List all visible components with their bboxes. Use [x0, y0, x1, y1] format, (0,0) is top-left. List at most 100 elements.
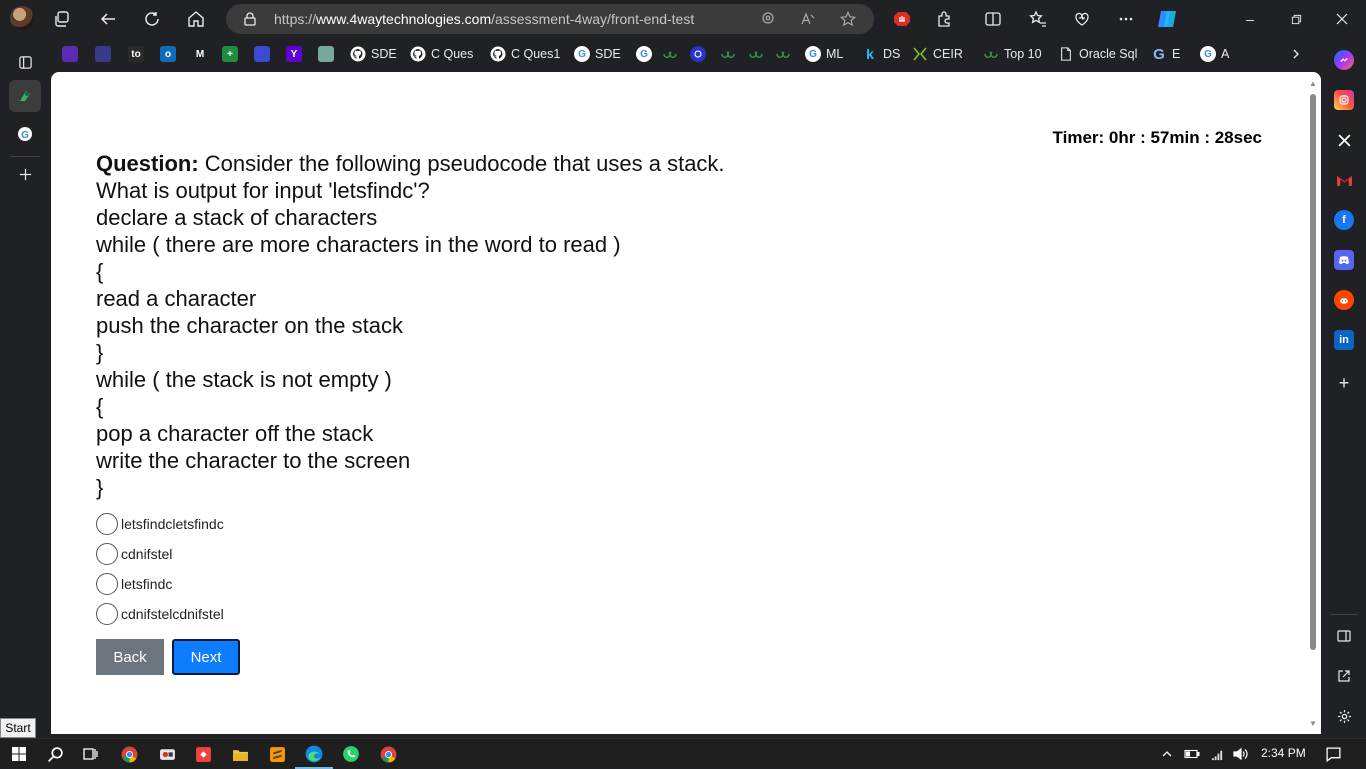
option-label[interactable]: cdnifstelcdnifstel: [121, 606, 224, 622]
favorite-item[interactable]: [254, 44, 270, 64]
wifi-icon[interactable]: [1206, 743, 1228, 765]
favorite-item[interactable]: k DS: [862, 44, 900, 64]
adblock-extension-icon[interactable]: [888, 5, 916, 33]
favorite-label[interactable]: E: [1172, 47, 1180, 61]
clock-time[interactable]: 2:34 PM: [1261, 746, 1306, 760]
add-sidebar-app-icon[interactable]: +: [1334, 373, 1354, 393]
messenger-icon[interactable]: [1334, 50, 1354, 70]
favorite-item[interactable]: C Ques: [410, 44, 473, 64]
radio-button[interactable]: [96, 543, 118, 565]
radio-button[interactable]: [96, 603, 118, 625]
favorite-label[interactable]: Top 10: [1004, 47, 1042, 61]
option-label[interactable]: letsfindcletsfindc: [121, 516, 224, 532]
favorite-item[interactable]: G: [636, 44, 652, 64]
location-icon[interactable]: [760, 11, 776, 27]
lock-icon[interactable]: [242, 11, 258, 27]
app-icon[interactable]: [156, 743, 178, 765]
reddit-icon[interactable]: [1334, 290, 1354, 310]
close-window-button[interactable]: [1322, 5, 1362, 33]
favorite-item[interactable]: [662, 44, 678, 64]
task-view-icon[interactable]: [79, 743, 101, 765]
back-button[interactable]: Back: [96, 639, 164, 675]
restore-button[interactable]: [1276, 5, 1316, 33]
discord-icon[interactable]: [1334, 250, 1354, 270]
favorite-item[interactable]: M: [192, 44, 208, 64]
workspaces-icon[interactable]: [48, 5, 76, 33]
windows-start-icon[interactable]: [8, 743, 30, 765]
open-external-icon[interactable]: [1334, 666, 1354, 686]
volume-icon[interactable]: [1229, 743, 1251, 765]
chrome-icon[interactable]: [118, 743, 140, 765]
favorite-item[interactable]: [62, 44, 78, 64]
favorite-item[interactable]: [720, 44, 736, 64]
tab-4way-active[interactable]: [9, 80, 41, 112]
instagram-icon[interactable]: [1334, 90, 1354, 110]
scroll-up-arrow-icon[interactable]: ▲: [1309, 80, 1317, 88]
new-tab-plus-icon[interactable]: [9, 158, 41, 190]
answer-option[interactable]: letsfindcletsfindc: [96, 509, 224, 539]
sidebar-panel-icon[interactable]: [1334, 626, 1354, 646]
favorite-item[interactable]: SDE: [350, 44, 397, 64]
favorite-label[interactable]: DS: [883, 47, 900, 61]
answer-option[interactable]: cdnifstel: [96, 539, 224, 569]
favorite-item[interactable]: CEIR: [912, 44, 963, 64]
tab-google[interactable]: G: [9, 118, 41, 150]
next-button[interactable]: Next: [172, 639, 240, 675]
gmail-icon[interactable]: [1334, 170, 1354, 190]
radio-button[interactable]: [96, 573, 118, 595]
favorite-item[interactable]: Oracle Sql: [1058, 44, 1137, 64]
favorite-item[interactable]: [690, 44, 706, 64]
refresh-icon[interactable]: [138, 5, 166, 33]
favorites-list-icon[interactable]: [1024, 5, 1052, 33]
favorite-item[interactable]: Y: [286, 44, 302, 64]
favorite-label[interactable]: C Ques1: [511, 47, 560, 61]
favorite-item[interactable]: [95, 44, 111, 64]
favorite-item[interactable]: G ML: [805, 44, 843, 64]
split-screen-icon[interactable]: [979, 5, 1007, 33]
radio-button[interactable]: [96, 513, 118, 535]
favorite-item[interactable]: to: [128, 44, 144, 64]
linkedin-icon[interactable]: in: [1334, 330, 1354, 350]
browser-essentials-icon[interactable]: [1068, 5, 1096, 33]
scrollbar-thumb[interactable]: [1310, 94, 1316, 650]
address-bar[interactable]: https://www.4waytechnologies.com/assessm…: [226, 4, 874, 34]
facebook-icon[interactable]: f: [1334, 210, 1354, 230]
anydesk-icon[interactable]: [192, 743, 214, 765]
sidebar-settings-gear-icon[interactable]: [1334, 706, 1354, 726]
favorite-item[interactable]: o: [160, 44, 176, 64]
favorite-label[interactable]: A: [1221, 47, 1229, 61]
back-arrow-icon[interactable]: [94, 5, 122, 33]
favorite-label[interactable]: Oracle Sql: [1079, 47, 1137, 61]
favorite-label[interactable]: SDE: [371, 47, 397, 61]
minimize-button[interactable]: –: [1230, 5, 1270, 33]
file-explorer-icon[interactable]: [229, 743, 251, 765]
edge-icon[interactable]: [295, 743, 333, 769]
favorite-item[interactable]: C Ques1: [490, 44, 560, 64]
option-label[interactable]: cdnifstel: [121, 546, 172, 562]
scroll-down-arrow-icon[interactable]: ▼: [1309, 720, 1317, 728]
sublime-text-icon[interactable]: [266, 743, 288, 765]
answer-option[interactable]: letsfindc: [96, 569, 224, 599]
read-aloud-icon[interactable]: [800, 11, 816, 27]
copilot-icon[interactable]: [1153, 5, 1181, 33]
url-text[interactable]: https://www.4waytechnologies.com/assessm…: [274, 11, 694, 27]
favorite-item[interactable]: G SDE: [574, 44, 621, 64]
whatsapp-icon[interactable]: [340, 743, 362, 765]
page-scrollbar[interactable]: ▲ ▼: [1309, 80, 1317, 728]
chevron-right-icon[interactable]: [1290, 44, 1302, 64]
favorite-label[interactable]: ML: [826, 47, 843, 61]
option-label[interactable]: letsfindc: [121, 576, 172, 592]
notification-icon[interactable]: [1322, 743, 1344, 765]
profile-avatar[interactable]: [10, 6, 34, 30]
extensions-icon[interactable]: [930, 5, 958, 33]
home-icon[interactable]: [182, 5, 210, 33]
chevron-up-icon[interactable]: [1156, 743, 1178, 765]
x-twitter-icon[interactable]: [1334, 130, 1354, 150]
tab-actions-icon[interactable]: [9, 46, 41, 78]
chrome-icon[interactable]: [377, 743, 399, 765]
battery-icon[interactable]: [1181, 743, 1203, 765]
favorite-item[interactable]: GE: [1151, 44, 1180, 64]
favorite-item[interactable]: [775, 44, 791, 64]
answer-option[interactable]: cdnifstelcdnifstel: [96, 599, 224, 629]
favorite-label[interactable]: CEIR: [933, 47, 963, 61]
